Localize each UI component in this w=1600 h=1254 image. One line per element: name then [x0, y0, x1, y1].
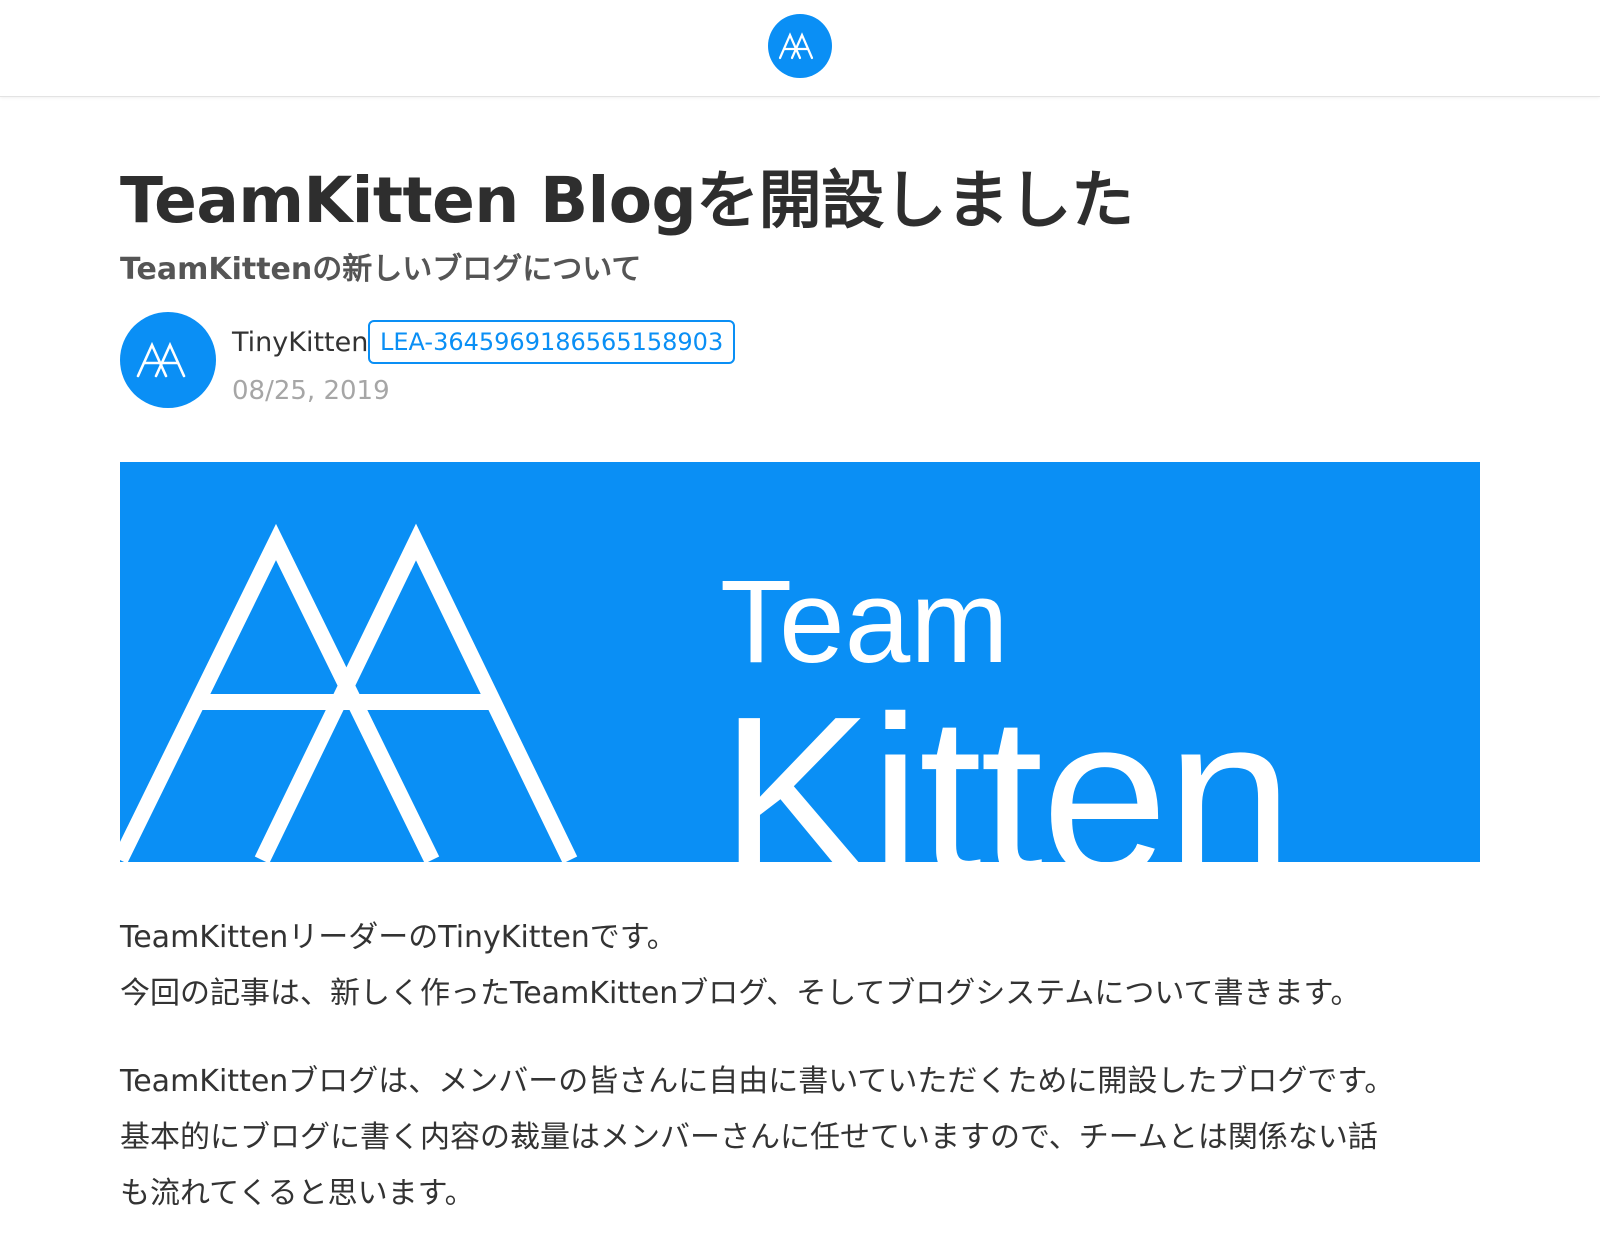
author-avatar[interactable]	[120, 312, 216, 408]
paragraph-line: 今回の記事は、新しく作ったTeamKittenブログ、そしてブログシステムについ…	[120, 976, 1361, 1011]
paragraph: TeamKittenブログは、メンバーの皆さんに自由に書いていただくために開設し…	[120, 1054, 1480, 1222]
teamkitten-logo-icon	[778, 32, 814, 60]
article-body: TeamKittenリーダーのTinyKittenです。 今回の記事は、新しく作…	[120, 910, 1480, 1254]
paragraph-line: TeamKittenリーダーのTinyKittenです。	[120, 920, 677, 955]
author-name-link[interactable]: TinyKitten	[232, 327, 368, 358]
article-title: TeamKitten Blogを開設しました	[120, 164, 1134, 237]
paragraph-line: TeamKittenブログは、メンバーの皆さんに自由に書いていただくために開設し…	[120, 1064, 1395, 1099]
author-id-badge[interactable]: LEA-3645969186565158903	[368, 320, 736, 364]
paragraph-line: も流れてくると思います。	[120, 1176, 475, 1211]
hero-title-team: Team	[720, 556, 1009, 688]
article-subtitle: TeamKittenの新しいブログについて	[120, 252, 642, 287]
top-bar	[0, 0, 1600, 97]
paragraph-line: 基本的にブログに書く内容の裁量はメンバーさんに任せていますので、チームとは関係な…	[120, 1120, 1378, 1155]
paragraph: TeamKittenリーダーのTinyKittenです。 今回の記事は、新しく作…	[120, 910, 1480, 1022]
hero-title-kitten: Kitten	[720, 670, 1293, 924]
post-date: 08/25, 2019	[232, 376, 390, 406]
home-logo-button[interactable]	[768, 14, 832, 78]
teamkitten-logo-icon	[136, 341, 186, 378]
